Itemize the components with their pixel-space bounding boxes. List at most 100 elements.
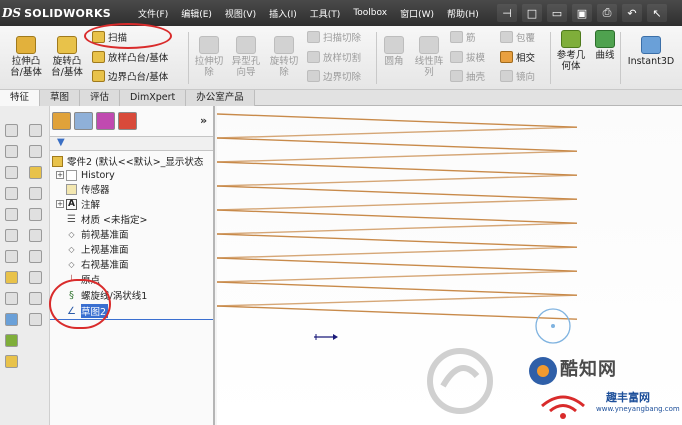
title-bar: DS SOLIDWORKS 文件(F) 编辑(E) 视图(V) 插入(I) 工具… (0, 0, 682, 26)
ribbon-divider (550, 32, 551, 84)
expand-toggle-icon[interactable]: + (56, 171, 64, 179)
menu-toolbox[interactable]: Toolbox (353, 8, 387, 18)
draft-icon (450, 51, 463, 63)
toolbar-icon[interactable] (5, 124, 18, 137)
toolbar-icon[interactable] (29, 124, 42, 137)
toolbar-icon[interactable] (5, 355, 18, 368)
toolbar-icon[interactable] (5, 208, 18, 221)
new-document-icon[interactable]: □ (522, 4, 542, 22)
toolbar-icon[interactable] (29, 166, 42, 179)
pin-icon[interactable]: ⊣ (497, 4, 517, 22)
toolbar-icon[interactable] (5, 166, 18, 179)
toolbar-icon[interactable] (29, 145, 42, 158)
extrude-cut-button[interactable]: 拉伸切 除 (192, 36, 226, 78)
toolbar-icon[interactable] (5, 334, 18, 347)
menu-tools[interactable]: 工具(T) (310, 7, 341, 20)
reference-geometry-button[interactable]: 参考几 何体 (553, 30, 589, 72)
tree-item-sensors[interactable]: 传感器 (66, 182, 110, 196)
solidworks-logo[interactable]: DS SOLIDWORKS (2, 4, 111, 22)
revolve-cut-button[interactable]: 旋转切 除 (266, 36, 302, 78)
shell-button[interactable]: 抽壳 (450, 69, 485, 83)
toolbar-icon[interactable] (5, 313, 18, 326)
feature-manager-panel: » ▼ 零件2 (默认<<默认>_显示状态 + History 传感器 + A … (50, 106, 215, 425)
toolbar-icon[interactable] (5, 187, 18, 200)
loft-boss-button[interactable]: 放样凸台/基体 (92, 50, 168, 64)
hole-wizard-button[interactable]: 异型孔 向导 (228, 36, 264, 78)
tree-item-right-plane[interactable]: ◇ 右视基准面 (66, 257, 128, 272)
select-icon[interactable]: ↖ (647, 4, 667, 22)
draft-button[interactable]: 拔模 (450, 50, 485, 64)
tree-item-part[interactable]: 零件2 (默认<<默认>_显示状态 (52, 154, 203, 168)
open-folder-icon[interactable]: ▭ (547, 4, 567, 22)
menu-help[interactable]: 帮助(H) (447, 7, 479, 20)
toolbar-icon[interactable] (5, 145, 18, 158)
tab-dimxpert[interactable]: DimXpert (120, 90, 187, 106)
boundary-boss-button[interactable]: 边界凸台/基体 (92, 69, 168, 83)
revolve-boss-button[interactable]: 旋转凸 台/基体 (47, 36, 87, 78)
extrude-boss-icon (16, 36, 36, 54)
menu-edit[interactable]: 编辑(E) (181, 7, 212, 20)
expand-toggle-icon[interactable]: + (56, 200, 64, 208)
helix-segment (217, 113, 578, 128)
filter-icon[interactable]: ▼ (57, 137, 65, 148)
swept-cut-button[interactable]: 扫描切除 (307, 30, 361, 44)
toolbar-icon[interactable] (29, 250, 42, 263)
print-icon[interactable]: ⎙ (597, 4, 617, 22)
rib-button[interactable]: 筋 (450, 30, 476, 44)
menu-view[interactable]: 视图(V) (225, 7, 256, 20)
brand-name: SOLIDWORKS (24, 6, 111, 20)
curves-button[interactable]: 曲线 (590, 30, 620, 61)
feature-manager-tab-icon[interactable] (52, 112, 71, 130)
fillet-button[interactable]: 圆角 (379, 36, 409, 67)
property-manager-tab-icon[interactable] (74, 112, 93, 130)
tree-item-history[interactable]: + History (56, 168, 115, 182)
configuration-manager-tab-icon[interactable] (96, 112, 115, 130)
sketch-tool-icon[interactable] (5, 271, 18, 284)
fillet-icon (384, 36, 404, 54)
tab-sketch[interactable]: 草图 (40, 90, 81, 106)
toolbar-icon[interactable] (29, 229, 42, 242)
intersect-button[interactable]: 相交 (500, 50, 535, 64)
tab-office-products[interactable]: 办公室产品 (186, 90, 255, 106)
tree-item-material[interactable]: ☰ 材质 <未指定> (66, 212, 147, 227)
tab-features[interactable]: 特征 (0, 90, 41, 106)
undo-icon[interactable]: ↶ (622, 4, 642, 22)
toolbar-icon[interactable] (5, 229, 18, 242)
expand-panel-icon[interactable]: » (200, 114, 207, 127)
lofted-cut-button[interactable]: 放样切割 (307, 50, 361, 64)
menu-insert[interactable]: 插入(I) (269, 7, 297, 20)
linear-pattern-label: 线性阵 列 (414, 56, 444, 78)
menu-file[interactable]: 文件(F) (138, 7, 168, 20)
toolbar-icon[interactable] (5, 250, 18, 263)
helix-segment (217, 137, 578, 152)
boundary-cut-button[interactable]: 边界切除 (307, 69, 361, 83)
helix-segment (217, 294, 578, 307)
toolbar-icon[interactable] (29, 187, 42, 200)
loft-boss-icon (92, 51, 105, 63)
tree-item-front-plane[interactable]: ◇ 前视基准面 (66, 227, 128, 242)
tree-item-annotations[interactable]: + A 注解 (56, 197, 100, 211)
toolbar-icon[interactable] (29, 208, 42, 221)
extrude-cut-icon (199, 36, 219, 54)
toolbar-icon[interactable] (29, 292, 42, 305)
toolbar-icon[interactable] (5, 292, 18, 305)
linear-pattern-button[interactable]: 线性阵 列 (410, 36, 448, 78)
extrude-boss-button[interactable]: 拉伸凸 台/基体 (6, 36, 46, 78)
reference-geometry-icon (561, 30, 581, 48)
helix-segment (217, 209, 578, 224)
left-toolbar (0, 106, 50, 425)
menu-window[interactable]: 窗口(W) (400, 7, 434, 20)
tree-item-top-plane[interactable]: ◇ 上视基准面 (66, 242, 128, 257)
plane-icon: ◇ (68, 244, 75, 254)
save-icon[interactable]: ▣ (572, 4, 592, 22)
display-manager-tab-icon[interactable] (118, 112, 137, 130)
tab-evaluate[interactable]: 评估 (80, 90, 121, 106)
toolbar-icon[interactable] (29, 271, 42, 284)
instant3d-button[interactable]: Instant3D (623, 36, 679, 67)
draft-label: 拔模 (466, 53, 486, 64)
toolbar-icon[interactable] (29, 313, 42, 326)
ds-logo-mark: DS (2, 6, 22, 20)
mirror-button[interactable]: 镜向 (500, 69, 535, 83)
ribbon-divider (188, 32, 189, 84)
wrap-button[interactable]: 包覆 (500, 30, 535, 44)
